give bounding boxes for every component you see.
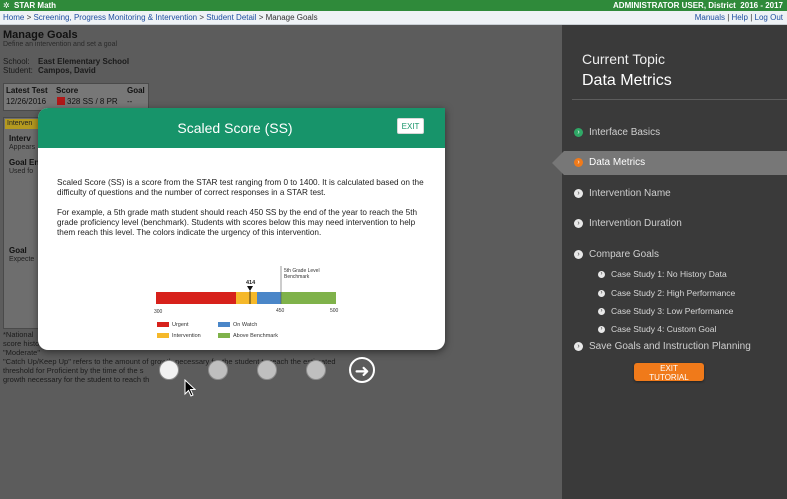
sub-label: Case Study 4: Custom Goal xyxy=(611,324,717,334)
bar-intervention xyxy=(236,292,257,304)
logout-link[interactable]: Log Out xyxy=(755,13,783,22)
urgent-swatch xyxy=(57,97,65,105)
modal-paragraph: Scaled Score (SS) is a score from the ST… xyxy=(57,178,424,197)
sub-case-study-3[interactable]: › Case Study 3: Low Performance xyxy=(598,305,733,317)
top-links: Manuals | Help | Log Out xyxy=(694,13,783,22)
legend-on-watch: On Watch xyxy=(218,322,257,328)
nav-label: Save Goals and Instruction Planning xyxy=(589,341,751,352)
tutorial-panel: Current Topic Data Metrics › Interface Ba… xyxy=(552,25,787,499)
sub-case-study-2[interactable]: › Case Study 2: High Performance xyxy=(598,287,735,299)
chevron-right-icon: › xyxy=(598,326,605,334)
field-label: Interv xyxy=(9,134,31,143)
table-header: Latest Test xyxy=(6,86,48,95)
nav-label: Data Metrics xyxy=(589,157,646,168)
legend-urgent: Urgent xyxy=(157,322,189,328)
next-arrow-button[interactable]: ➜ xyxy=(349,357,375,383)
nav-interface-basics[interactable]: › Interface Basics xyxy=(574,126,660,140)
current-topic: Data Metrics xyxy=(582,72,672,89)
user-info: ADMINISTRATOR USER, District 2016 - 2017 xyxy=(613,1,783,10)
chevron-right-icon: › xyxy=(574,218,583,228)
divider xyxy=(572,99,787,100)
sub-label: Case Study 3: Low Performance xyxy=(611,306,734,316)
sub-label: Case Study 1: No History Data xyxy=(611,269,727,279)
chevron-right-icon: › xyxy=(574,249,583,259)
student-name: Campos, David xyxy=(38,66,96,75)
mouse-cursor-icon xyxy=(184,379,196,397)
breadcrumb-home[interactable]: Home xyxy=(3,13,24,22)
bar-urgent xyxy=(156,292,236,304)
test-score: 328 SS / 8 PR xyxy=(67,97,118,106)
marker-triangle-icon xyxy=(247,286,253,291)
chevron-right-icon: › xyxy=(574,341,583,351)
bar-on-watch xyxy=(257,292,281,304)
school-row: School: East Elementary School xyxy=(3,57,130,66)
pager-dot-4[interactable] xyxy=(306,360,326,380)
field-label: Goal xyxy=(9,246,27,255)
student-row: Student: Campos, David xyxy=(3,66,96,75)
exit-tutorial-button[interactable]: EXIT TUTORIAL xyxy=(634,363,704,382)
current-topic-label: Current Topic xyxy=(582,51,666,67)
tick-label: 300 xyxy=(154,309,163,315)
chevron-right-icon: › xyxy=(598,290,605,298)
chevron-right-icon: › xyxy=(574,157,583,167)
nav-intervention-name[interactable]: › Intervention Name xyxy=(574,187,671,201)
tick-label: 500 xyxy=(330,308,339,314)
arrow-right-icon: ➜ xyxy=(354,361,370,381)
breadcrumb-bar: Home > Screening, Progress Monitoring & … xyxy=(0,11,787,25)
chevron-right-icon: › xyxy=(598,271,605,279)
manuals-link[interactable]: Manuals xyxy=(695,13,725,22)
test-goal: -- xyxy=(127,97,133,106)
sub-case-study-1[interactable]: › Case Study 1: No History Data xyxy=(598,268,727,280)
nav-data-metrics[interactable]: › Data Metrics xyxy=(552,151,787,175)
field-help: Appears xyxy=(9,144,36,151)
breadcrumb-screening[interactable]: Screening, Progress Monitoring & Interve… xyxy=(33,13,197,22)
scaled-score-modal: Scaled Score (SS) EXIT Scaled Score (SS)… xyxy=(38,108,445,350)
breadcrumb: Home > Screening, Progress Monitoring & … xyxy=(3,13,318,22)
nav-compare-goals[interactable]: › Compare Goals xyxy=(574,248,659,262)
test-date: 12/26/2016 xyxy=(6,97,47,106)
chevron-right-icon: › xyxy=(574,127,583,137)
breadcrumb-current: Manage Goals xyxy=(265,13,318,22)
school-name: East Elementary School xyxy=(38,57,130,66)
nav-label: Intervention Duration xyxy=(589,218,682,229)
tick-label: 450 xyxy=(276,308,285,314)
pager-dot-2[interactable] xyxy=(208,360,228,380)
footnote: "Catch Up/Keep Up" refers to the amount … xyxy=(3,357,336,366)
nav-label: Interface Basics xyxy=(589,127,661,138)
nav-label: Intervention Name xyxy=(589,188,671,199)
breadcrumb-student-detail[interactable]: Student Detail xyxy=(206,13,256,22)
sub-label: Case Study 2: High Performance xyxy=(611,288,736,298)
scaled-score-bar: 5th Grade Level Benchmark 414 300 450 50… xyxy=(154,266,339,315)
field-label: Goal En xyxy=(9,158,40,167)
app-header: ✲ STAR Math ADMINISTRATOR USER, District… xyxy=(0,0,787,11)
legend-above-benchmark: Above Benchmark xyxy=(218,333,278,339)
table-header: Score xyxy=(56,86,79,95)
legend-intervention: Intervention xyxy=(157,333,201,339)
modal-exit-button[interactable]: EXIT xyxy=(397,118,424,134)
modal-title: Scaled Score (SS) xyxy=(177,120,293,136)
footnote: threshold for Proficient by the time of … xyxy=(3,366,144,375)
star-logo-icon: ✲ xyxy=(3,1,10,10)
page-title: Manage Goals xyxy=(3,29,78,41)
field-help: Expecte xyxy=(9,256,35,263)
nav-label: Compare Goals xyxy=(589,249,660,260)
pager-dot-1[interactable] xyxy=(159,360,179,380)
app-name: STAR Math xyxy=(14,1,57,10)
marker-value: 414 xyxy=(246,280,256,286)
chevron-right-icon: › xyxy=(598,308,605,316)
field-help: Used fo xyxy=(9,168,34,175)
nav-save-goals[interactable]: › Save Goals and Instruction Planning xyxy=(574,340,751,354)
pager-dot-3[interactable] xyxy=(257,360,277,380)
sub-case-study-4[interactable]: › Case Study 4: Custom Goal xyxy=(598,323,716,335)
bar-above-benchmark xyxy=(281,292,336,304)
nav-intervention-duration[interactable]: › Intervention Duration xyxy=(574,217,682,231)
help-link[interactable]: Help xyxy=(732,13,748,22)
latest-test-table: Latest Test Score Goal 12/26/2016 328 SS… xyxy=(3,83,149,111)
modal-paragraph: For example, a 5th grade math student sh… xyxy=(57,208,418,237)
benchmark-label-2: Benchmark xyxy=(284,274,310,280)
chevron-right-icon: › xyxy=(574,188,583,198)
page-subtitle: Define an intervention and set a goal xyxy=(3,41,118,48)
table-header: Goal xyxy=(127,86,145,95)
